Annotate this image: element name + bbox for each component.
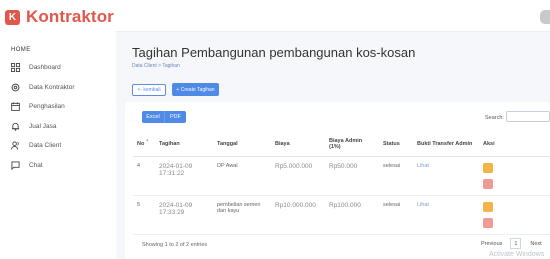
create-tagihan-button[interactable]: + Create Tagihan [172, 83, 219, 96]
sidebar-item-label: Dashboard [29, 64, 61, 72]
cell-biaya: Rp5.000.000 [271, 156, 325, 196]
users-icon [11, 141, 19, 150]
cell-tagihan: 2024-01-09 17:33:29 [155, 195, 213, 235]
tagihan-table: No▲ Tagihan Tanggal Biaya Biaya Admin (1… [133, 133, 550, 235]
cell-tagihan: 2024-01-09 17:31:22 [155, 156, 213, 196]
cell-no: 4 [133, 156, 155, 196]
settings-icon [11, 83, 20, 92]
edit-button[interactable] [483, 201, 493, 212]
column-header-bukti-transfer[interactable]: Bukti Transfer Admin [413, 133, 479, 157]
entries-info: Showing 1 to 2 of 2 entries [142, 242, 208, 248]
sidebar-item-chat[interactable]: Chat [11, 156, 75, 176]
cell-biaya-admin: Rp100.000 [325, 195, 379, 235]
column-header-tanggal[interactable]: Tanggal [213, 133, 271, 157]
cell-aksi [479, 195, 550, 235]
grid-icon [11, 63, 20, 73]
sidebar: K Kontraktor HOME Dashboard Data Kontrak… [0, 0, 116, 259]
breadcrumb[interactable]: Data Client > Tagihan [132, 63, 180, 69]
cell-status: selesai [379, 195, 413, 235]
delete-button[interactable] [483, 217, 493, 228]
sidebar-nav: Dashboard Data Kontraktor Penghasilan Ju… [11, 58, 75, 175]
tagihan-table-card: Excel PDF Search: No▲ Tagihan Tanggal Bi… [125, 102, 550, 259]
windows-activation-watermark: Activate Windows [489, 251, 545, 258]
chat-icon [11, 161, 20, 170]
cell-tanggal: DP Awal [213, 156, 271, 196]
column-header-status[interactable]: Status [379, 133, 413, 157]
sort-arrow-icon: ▲ [145, 137, 150, 143]
search-label: Search: [485, 115, 504, 121]
sidebar-item-label: Jual Jasa [29, 122, 57, 130]
bell-icon [11, 122, 20, 131]
cell-status: selesai [379, 156, 413, 196]
calendar-icon [11, 102, 20, 112]
lihat-bukti-link[interactable]: Lihat [413, 195, 479, 235]
main-content: Tagihan Pembangunan pembangunan kos-kosa… [116, 32, 550, 259]
column-header-biaya-admin[interactable]: Biaya Admin (1%) [325, 133, 379, 157]
top-bar [116, 0, 550, 32]
cell-aksi [479, 156, 550, 196]
next-page-button[interactable]: Next [530, 241, 541, 247]
cell-biaya: Rp10.000.000 [271, 195, 325, 235]
sidebar-item-jual-jasa[interactable]: Jual Jasa [11, 117, 75, 137]
table-row: 4 2024-01-09 17:31:22 DP Awal Rp5.000.00… [133, 156, 550, 196]
brand-logo: K [5, 9, 20, 25]
column-header-tagihan[interactable]: Tagihan [155, 133, 213, 157]
cell-biaya-admin: Rp50.000 [325, 156, 379, 196]
brand-name: Kontraktor [26, 7, 114, 26]
export-pdf-button[interactable]: PDF [164, 111, 186, 123]
brand[interactable]: K Kontraktor [5, 4, 114, 30]
column-header-no[interactable]: No▲ [133, 133, 155, 157]
sidebar-item-label: Data Client [29, 142, 62, 150]
nav-heading: HOME [11, 47, 31, 53]
sidebar-item-label: Chat [29, 161, 43, 169]
cell-no: 5 [133, 195, 155, 235]
search-input[interactable] [506, 111, 550, 122]
sidebar-item-dashboard[interactable]: Dashboard [11, 58, 75, 78]
cell-tanggal: pembelian semen dan kayu [213, 195, 271, 235]
table-row: 5 2024-01-09 17:33:29 pembelian semen da… [133, 195, 550, 235]
column-header-biaya[interactable]: Biaya [271, 133, 325, 157]
previous-page-button[interactable]: Previous [481, 241, 502, 247]
page-title: Tagihan Pembangunan pembangunan kos-kosa… [132, 45, 416, 60]
sidebar-item-data-kontraktor[interactable]: Data Kontraktor [11, 78, 75, 98]
sidebar-item-penghasilan[interactable]: Penghasilan [11, 97, 75, 117]
back-button[interactable]: <- kembali [132, 84, 166, 96]
column-header-aksi[interactable]: Aksi [479, 133, 550, 157]
sidebar-item-data-client[interactable]: Data Client [11, 136, 75, 156]
sidebar-item-label: Data Kontraktor [29, 83, 75, 91]
export-excel-button[interactable]: Excel [142, 111, 164, 123]
table-header-row: No▲ Tagihan Tanggal Biaya Biaya Admin (1… [133, 133, 550, 157]
avatar[interactable] [540, 10, 550, 24]
sidebar-item-label: Penghasilan [29, 103, 65, 111]
lihat-bukti-link[interactable]: Lihat [413, 156, 479, 196]
page-1-button[interactable]: 1 [510, 238, 522, 249]
delete-button[interactable] [483, 178, 493, 189]
pagination: Previous 1 Next [481, 238, 542, 249]
edit-button[interactable] [483, 162, 493, 173]
